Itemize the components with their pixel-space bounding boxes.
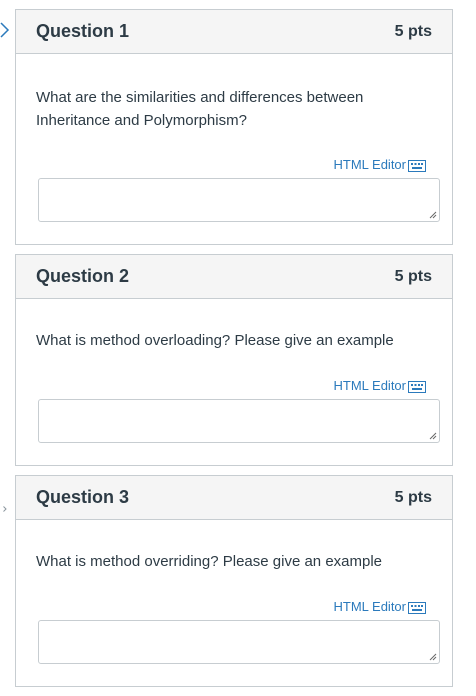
html-editor-link[interactable]: HTML Editor: [334, 598, 426, 614]
question-title: Question 3: [36, 487, 130, 507]
resize-grip-icon[interactable]: [429, 653, 437, 661]
question-title: Question 2: [36, 266, 130, 286]
question-header: Question 3 5 pts: [16, 476, 452, 520]
keyboard-icon[interactable]: [408, 160, 426, 172]
question-text: What is method overloading? Please give …: [36, 332, 394, 349]
question-points: 5 pts: [394, 267, 432, 285]
answer-textarea[interactable]: [38, 178, 440, 222]
question-header: Question 2 5 pts: [16, 255, 452, 299]
question-2: Question 2 5 pts What is method overload…: [15, 254, 453, 466]
html-editor-link[interactable]: HTML Editor: [334, 156, 426, 172]
question-header: Question 1 5 pts: [16, 10, 452, 54]
chevron-right-icon[interactable]: [0, 22, 10, 38]
answer-textarea[interactable]: [38, 399, 440, 443]
question-3: Question 3 5 pts What is method overridi…: [15, 475, 453, 687]
quiz-page: Question 1 5 pts What are the similariti…: [0, 0, 476, 696]
html-editor-label[interactable]: HTML Editor: [334, 599, 406, 614]
question-points: 5 pts: [394, 488, 432, 506]
chevron-small-icon: [3, 506, 7, 512]
resize-grip-icon[interactable]: [429, 211, 437, 219]
question-text: What is method overriding? Please give a…: [36, 553, 383, 570]
question-title: Question 1: [36, 21, 130, 41]
keyboard-icon[interactable]: [408, 381, 426, 393]
answer-textarea[interactable]: [38, 620, 440, 664]
question-text: What are the similarities and difference…: [36, 89, 364, 129]
question-points: 5 pts: [394, 22, 432, 40]
question-1: Question 1 5 pts What are the similariti…: [15, 9, 453, 245]
keyboard-icon[interactable]: [408, 602, 426, 614]
html-editor-label[interactable]: HTML Editor: [334, 157, 406, 172]
resize-grip-icon[interactable]: [429, 432, 437, 440]
html-editor-link[interactable]: HTML Editor: [334, 377, 426, 393]
html-editor-label[interactable]: HTML Editor: [334, 378, 406, 393]
